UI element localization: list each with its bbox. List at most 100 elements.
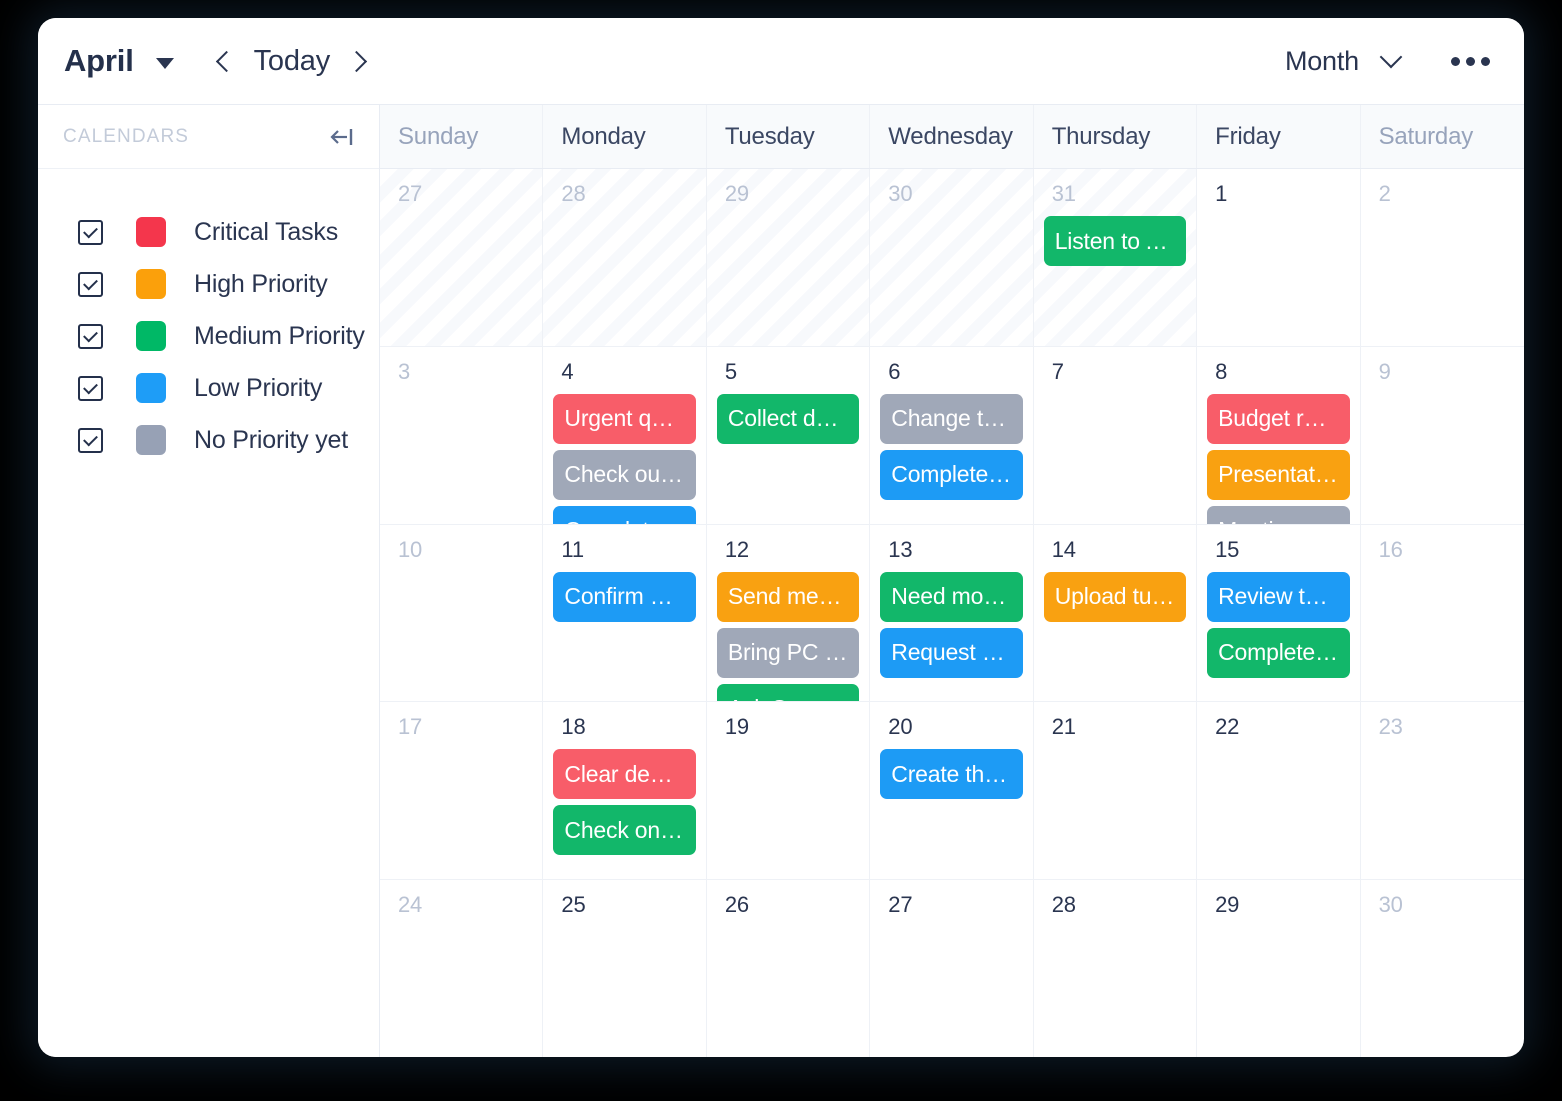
day-cell[interactable]: 15 Review the... Complete t... xyxy=(1197,524,1361,702)
chevron-left-icon[interactable] xyxy=(214,45,240,77)
day-cell[interactable]: 30 xyxy=(870,169,1034,346)
weekday-header-friday: Friday xyxy=(1197,105,1361,168)
calendar-event[interactable]: Collect deb... xyxy=(716,393,860,444)
day-cell[interactable]: 4 Urgent quot... Check out t... Complete t.… xyxy=(543,346,707,524)
calendar-event[interactable]: Complete t... xyxy=(1207,627,1350,678)
day-number: 30 xyxy=(888,181,913,206)
day-cell[interactable]: 11 Confirm av... xyxy=(543,524,707,702)
calendar-event[interactable]: Complete t... xyxy=(880,449,1023,500)
calendar-filter-item[interactable]: High Priority xyxy=(38,269,379,299)
day-cell[interactable]: 28 xyxy=(1034,880,1198,1057)
sidebar-header: CALENDARS xyxy=(38,105,379,169)
calendar-checkbox[interactable] xyxy=(78,323,103,349)
day-number: 5 xyxy=(724,358,737,384)
day-cell[interactable]: 25 xyxy=(543,880,707,1057)
day-cell[interactable]: 3 xyxy=(380,346,544,524)
month-title[interactable]: April xyxy=(64,43,134,79)
day-number: 30 xyxy=(1378,892,1403,918)
calendar-event[interactable]: Check on re... xyxy=(553,805,696,856)
day-cell[interactable]: 12 Send meeti... Bring PC ba... Ask Sara fo… xyxy=(707,524,871,702)
calendar-event[interactable]: Urgent quot... xyxy=(553,393,696,444)
day-cell[interactable]: 8 Budget revi... Presentatio... Meeting wit… xyxy=(1197,346,1361,524)
calendar-event[interactable]: Listen to Atl... xyxy=(1043,216,1187,266)
calendar-color-swatch xyxy=(136,217,166,247)
calendar-checkbox[interactable] xyxy=(78,375,103,401)
day-cell[interactable]: 16 xyxy=(1361,525,1524,702)
day-cell[interactable]: 22 xyxy=(1197,702,1361,880)
day-cell[interactable]: 17 xyxy=(380,702,544,880)
calendar-event[interactable]: Clear demu... xyxy=(553,749,696,800)
day-cell[interactable]: 7 xyxy=(1034,346,1198,524)
more-horizontal-icon[interactable] xyxy=(1451,56,1490,66)
calendar-event[interactable]: Review the... xyxy=(1207,571,1350,622)
calendar-filter-item[interactable]: Medium Priority xyxy=(38,321,379,351)
calendar-checkbox[interactable] xyxy=(78,427,103,453)
day-cell[interactable]: 26 xyxy=(707,880,871,1057)
week-row: 17 18 Clear demu... Check on re... 19 20 Creat… xyxy=(380,702,1524,881)
caret-down-icon[interactable] xyxy=(155,57,174,69)
chevron-right-icon[interactable] xyxy=(344,45,370,77)
calendar-event[interactable]: Complete t... xyxy=(553,505,696,524)
calendar-event[interactable]: Send meeti... xyxy=(716,571,860,622)
calendar-event[interactable]: Change the... xyxy=(880,393,1023,444)
calendar-event[interactable]: Need more... xyxy=(880,571,1023,622)
day-cell[interactable]: 20 Create the... xyxy=(870,702,1034,880)
calendar-checkbox[interactable] xyxy=(78,219,103,245)
day-cell[interactable]: 24 xyxy=(380,880,544,1057)
calendar-event[interactable]: Bring PC ba... xyxy=(716,627,860,678)
calendar-filter-item[interactable]: Low Priority xyxy=(38,373,379,403)
day-cell[interactable]: 31 Listen to Atl... xyxy=(1033,169,1198,346)
day-number: 24 xyxy=(398,892,423,918)
view-selector-label[interactable]: Month xyxy=(1285,46,1359,77)
day-cell[interactable]: 18 Clear demu... Check on re... xyxy=(543,702,707,880)
day-cell[interactable]: 10 xyxy=(380,524,544,702)
calendar-event[interactable]: Request ap... xyxy=(880,627,1023,678)
day-number: 21 xyxy=(1051,714,1076,740)
day-cell[interactable]: 21 xyxy=(1034,702,1198,880)
calendar-filter-item[interactable]: Critical Tasks xyxy=(38,217,379,247)
day-cell[interactable]: 1 xyxy=(1197,169,1361,346)
day-cell[interactable]: 30 xyxy=(1361,880,1524,1057)
day-cell[interactable]: 23 xyxy=(1361,702,1524,879)
calendar-event[interactable]: Budget revi... xyxy=(1207,393,1350,444)
day-cell[interactable]: 29 xyxy=(706,169,871,346)
event-title: Change the... xyxy=(891,405,1011,432)
collapse-panel-icon[interactable] xyxy=(327,122,357,152)
event-title: Upload tuto... xyxy=(1054,583,1176,610)
day-events: Clear demu... Check on re... xyxy=(553,749,696,856)
day-cell[interactable]: 19 xyxy=(707,702,871,880)
calendar-event[interactable]: Ask Sara fo... xyxy=(716,683,860,702)
calendar-name-label: High Priority xyxy=(194,269,328,298)
day-cell[interactable]: 28 xyxy=(543,169,707,346)
calendar-filter-item[interactable]: No Priority yet xyxy=(38,425,379,455)
weekday-header-sunday: Sunday xyxy=(380,105,544,168)
toolbar-left-group: April Today xyxy=(64,43,370,79)
day-number: 1 xyxy=(1215,181,1228,206)
day-cell[interactable]: 29 xyxy=(1197,880,1361,1057)
day-cell[interactable]: 2 xyxy=(1361,169,1524,346)
calendar-event[interactable]: Check out t... xyxy=(553,449,696,500)
day-cell[interactable]: 14 Upload tuto... xyxy=(1034,524,1198,702)
weekday-header-monday: Monday xyxy=(543,105,707,168)
day-cell[interactable]: 13 Need more... Request ap... xyxy=(870,524,1034,702)
calendar-event[interactable]: Upload tuto... xyxy=(1043,571,1187,622)
calendar-color-swatch xyxy=(136,269,166,299)
calendar-color-swatch xyxy=(136,373,166,403)
calendar-checkbox[interactable] xyxy=(78,271,103,297)
day-cell[interactable]: 5 Collect deb... xyxy=(707,346,871,524)
calendar-event[interactable]: Create the... xyxy=(880,749,1023,800)
day-cell[interactable]: 9 xyxy=(1361,347,1524,524)
calendar-event[interactable]: Presentatio... xyxy=(1207,449,1350,500)
day-events: Urgent quot... Check out t... Complete t..… xyxy=(553,393,696,524)
day-events: Collect deb... xyxy=(716,393,860,444)
calendar-event[interactable]: Meeting wit... xyxy=(1207,505,1350,524)
today-button[interactable]: Today xyxy=(254,45,331,78)
chevron-down-icon[interactable] xyxy=(1377,46,1407,76)
event-title: Check on re... xyxy=(564,816,685,843)
day-cell[interactable]: 27 xyxy=(870,880,1034,1057)
week-row: 24 25 26 27 28 29 30 xyxy=(380,880,1524,1057)
event-title: Clear demu... xyxy=(564,760,684,787)
day-cell[interactable]: 27 xyxy=(380,169,544,346)
day-cell[interactable]: 6 Change the... Complete t... xyxy=(870,346,1034,524)
calendar-event[interactable]: Confirm av... xyxy=(553,571,696,622)
